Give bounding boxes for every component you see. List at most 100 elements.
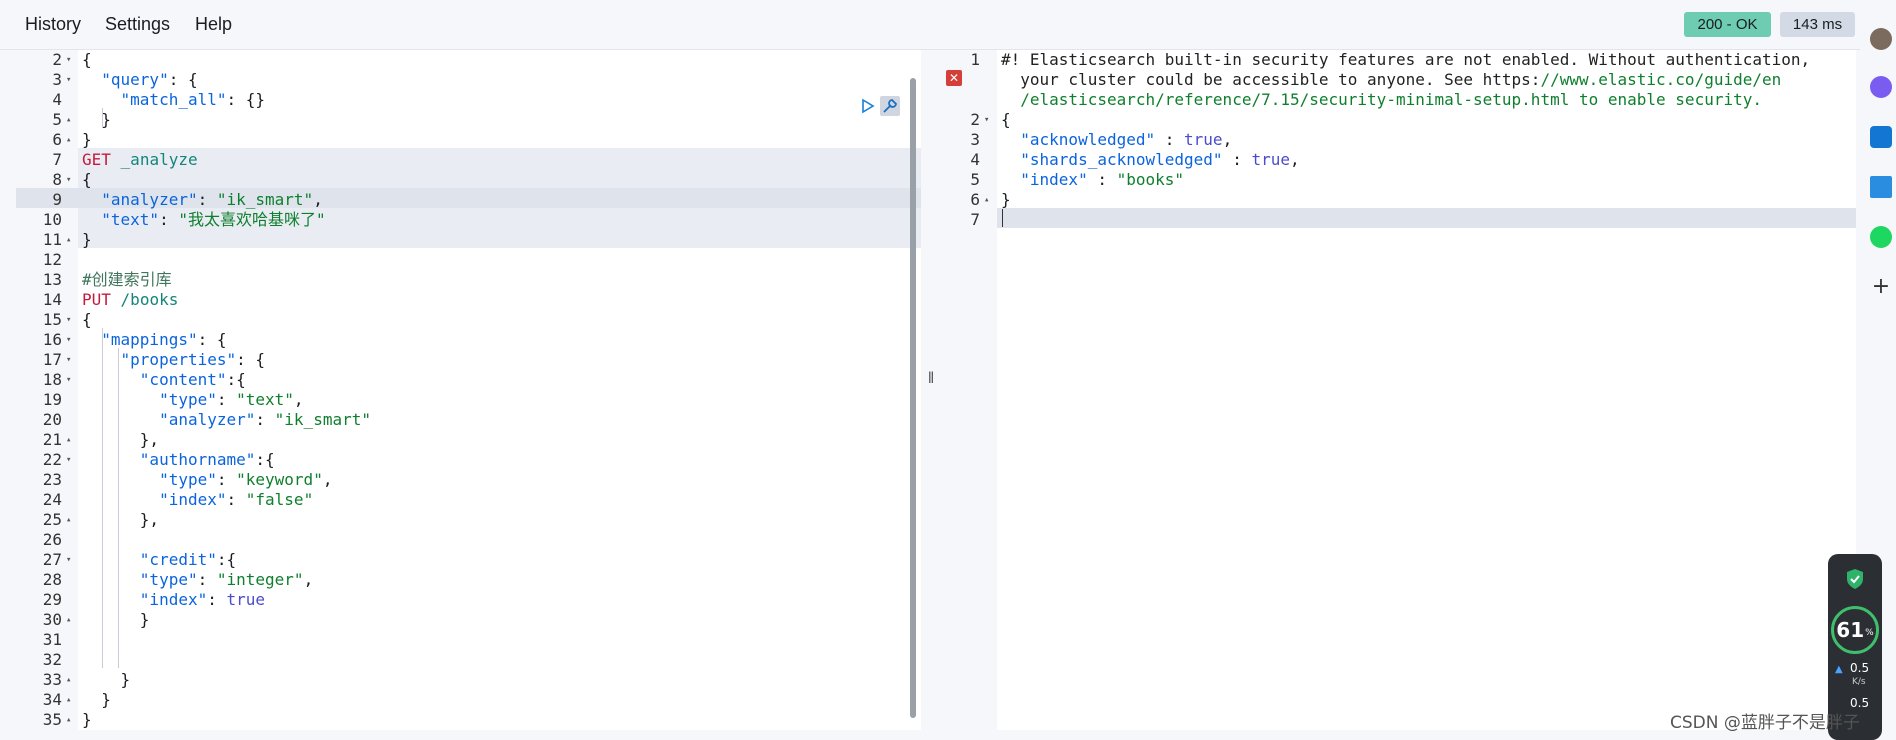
fold-toggle-icon[interactable]: ▾: [66, 310, 71, 330]
token-punc: ,: [322, 470, 333, 489]
menu-help[interactable]: Help: [195, 14, 232, 35]
token-punc: [1001, 170, 1020, 189]
add-icon[interactable]: +: [1870, 276, 1892, 298]
token-punc: {: [82, 170, 92, 189]
line-number: 15: [42, 310, 62, 329]
token-punc: [82, 70, 101, 89]
request-editor[interactable]: 2 ▾{3 ▾ "query": {4 "match_all": {} 5 ▴ } 6 ▴}…: [16, 50, 921, 730]
code-line: 15 ▾ {: [16, 310, 921, 330]
code-line: 5 "index" : "books": [944, 170, 1856, 190]
fold-toggle-icon[interactable]: ▾: [66, 370, 71, 390]
token-punc: {: [82, 50, 92, 69]
fold-toggle-icon[interactable]: ▴: [66, 110, 71, 130]
token-punc: }: [1001, 190, 1011, 209]
code-line: 13 #创建索引库: [16, 270, 921, 290]
spotify-icon[interactable]: [1870, 226, 1892, 248]
code-line: 29 "index": true: [16, 590, 921, 610]
token-punc: [82, 570, 140, 589]
fold-toggle-icon[interactable]: ▾: [66, 70, 71, 90]
token-punc: [1001, 130, 1020, 149]
text-cursor: [1002, 209, 1003, 227]
fold-toggle-icon[interactable]: ▴: [66, 430, 71, 450]
line-number: 33: [42, 670, 62, 689]
code-line: 25 ▴ },: [16, 510, 921, 530]
token-punc: :{: [226, 370, 246, 389]
token-punc: : {: [197, 330, 227, 349]
line-number: 30: [42, 610, 62, 629]
token-punc: [82, 550, 140, 569]
fold-toggle-icon[interactable]: ▾: [66, 330, 71, 350]
token-punc: [82, 470, 159, 489]
token-punc: {: [82, 310, 92, 329]
code-text: }: [82, 230, 92, 250]
fold-toggle-icon[interactable]: ▴: [66, 710, 71, 730]
code-line: 17 ▾ "properties": {: [16, 350, 921, 370]
pane-resizer[interactable]: ‖: [924, 370, 938, 400]
code-line: 32: [16, 650, 921, 670]
menu-settings[interactable]: Settings: [105, 14, 170, 35]
code-text: }: [82, 690, 111, 710]
token-punc: :: [197, 570, 217, 589]
fold-toggle-icon[interactable]: ▴: [66, 230, 71, 250]
token-punc: [111, 150, 121, 169]
fold-toggle-icon[interactable]: ▾: [66, 550, 71, 570]
line-number: 20: [42, 410, 62, 429]
code-text: "index": true: [82, 590, 265, 610]
fold-toggle-icon[interactable]: ▾: [66, 350, 71, 370]
line-number: 1: [970, 50, 980, 69]
fold-toggle-icon[interactable]: ▾: [66, 50, 71, 70]
code-text: },: [82, 430, 159, 450]
code-line: 4 "match_all": {}: [16, 90, 921, 110]
line-number: 31: [42, 630, 62, 649]
code-line: 3 "acknowledged" : true,: [944, 130, 1856, 150]
code-text: "type": "keyword",: [82, 470, 332, 490]
code-text: }: [82, 670, 131, 690]
code-line: 4 "shards_acknowledged" : true,: [944, 150, 1856, 170]
token-str: "ik_smart": [274, 410, 371, 429]
profile-icon[interactable]: [1870, 28, 1892, 50]
token-punc: }: [82, 230, 92, 249]
token-key: "authorname": [139, 450, 256, 469]
fold-toggle-icon[interactable]: ▾: [66, 450, 71, 470]
send-icon[interactable]: [1870, 176, 1892, 198]
response-editor[interactable]: 1 #! Elasticsearch built-in security feat…: [944, 50, 1856, 730]
code-text: },: [82, 510, 159, 530]
token-punc: ,: [293, 390, 304, 409]
token-punc: :: [1222, 150, 1252, 169]
fold-toggle-icon[interactable]: ▴: [66, 510, 71, 530]
token-punc: :: [216, 390, 237, 409]
request-scrollbar[interactable]: [910, 78, 916, 718]
speed-unit: K/s: [1852, 677, 1866, 687]
token-punc: [82, 490, 159, 509]
menu-history[interactable]: History: [25, 14, 81, 35]
fold-toggle-icon[interactable]: ▴: [66, 690, 71, 710]
fold-toggle-icon[interactable]: ▾: [984, 110, 989, 130]
code-line: 7 GET _analyze: [16, 150, 921, 170]
token-punc: }: [82, 610, 150, 629]
console-page: History Settings Help 200 - OK 143 ms 2 ▾…: [0, 0, 1896, 740]
token-punc: :: [216, 470, 237, 489]
wrench-icon[interactable]: [880, 96, 900, 116]
code-line: 22 ▾ "authorname":{: [16, 450, 921, 470]
fold-toggle-icon[interactable]: ▴: [66, 670, 71, 690]
token-punc: :: [255, 410, 275, 429]
run-request-icon[interactable]: [860, 98, 876, 114]
copilot-icon[interactable]: [1870, 76, 1892, 98]
line-number: 6: [52, 130, 62, 149]
code-text: "type": "text",: [82, 390, 304, 410]
outlook-icon[interactable]: [1870, 126, 1892, 148]
code-line: 5 ▴ }: [16, 110, 921, 130]
code-line: 31: [16, 630, 921, 650]
fold-toggle-icon[interactable]: ▴: [66, 610, 71, 630]
fold-toggle-icon[interactable]: ▾: [66, 170, 71, 190]
line-number: 24: [42, 490, 62, 509]
usage-percent: 61: [1836, 618, 1865, 642]
token-punc: ,: [313, 190, 323, 209]
fold-toggle-icon[interactable]: ▴: [66, 130, 71, 150]
line-number: 5: [970, 170, 980, 189]
upload-speed: 0.5: [1850, 661, 1870, 675]
token-key: "analyzer": [159, 410, 256, 429]
code-line: 2 ▾ {: [944, 110, 1856, 130]
code-text: "index" : "books": [1001, 170, 1184, 190]
fold-toggle-icon[interactable]: ▴: [984, 190, 989, 210]
